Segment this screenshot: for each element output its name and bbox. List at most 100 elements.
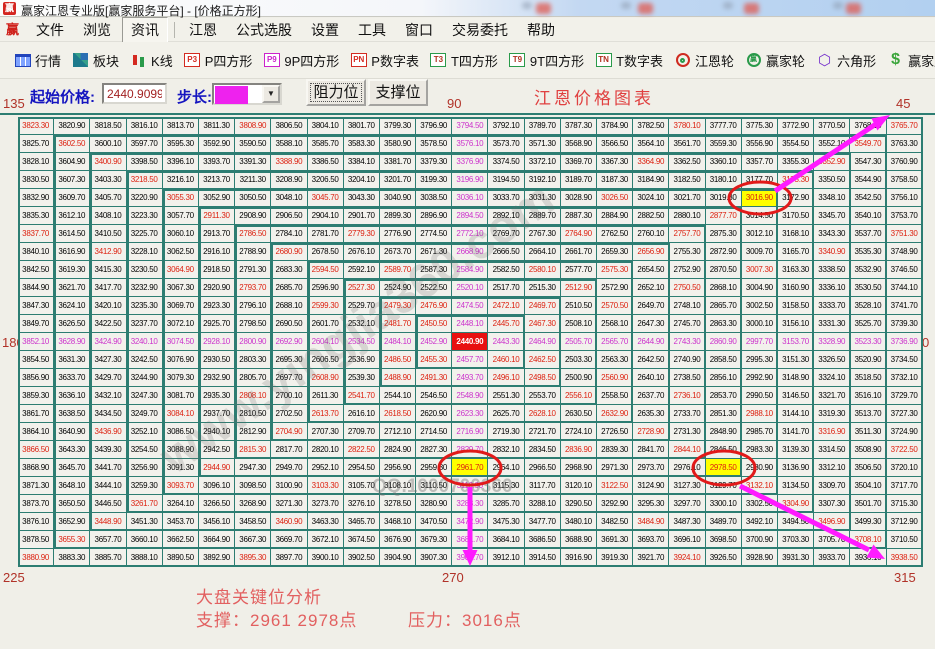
price-cell: 3532.90 [850, 261, 886, 279]
support-button[interactable]: 支撑位 [368, 79, 428, 106]
price-cell: 3208.90 [271, 171, 307, 189]
price-cell: 3674.50 [344, 531, 380, 549]
app-logo-icon: 赢 [3, 2, 16, 15]
price-cell: 2721.70 [525, 423, 561, 441]
price-cell: 2913.70 [199, 225, 235, 243]
price-cell: 2659.30 [597, 243, 633, 261]
price-cell: 3223.30 [127, 207, 163, 225]
combobox-dropdown-button[interactable]: ▼ [262, 85, 280, 103]
price-cell: 2968.90 [561, 459, 597, 477]
price-cell: 2563.30 [597, 351, 633, 369]
toolbar-button-0[interactable]: 行情 [14, 51, 61, 70]
price-cell: 2676.10 [344, 243, 380, 261]
price-cell: 2995.30 [742, 351, 778, 369]
menu-item-2[interactable]: 资讯 [122, 17, 168, 43]
price-cell: 3132.10 [742, 477, 778, 495]
start-price-input[interactable] [102, 83, 167, 104]
toolbar-button-6[interactable]: T3T四方形 [430, 51, 498, 70]
price-cell: 3285.70 [488, 495, 524, 513]
step-color-combobox[interactable]: ▼ [212, 83, 282, 105]
gann-wheel-icon [674, 52, 691, 68]
menu-item-6[interactable]: 工具 [350, 18, 394, 42]
toolbar-button-7[interactable]: T99T四方形 [509, 51, 584, 70]
price-cell: 2460.10 [488, 351, 524, 369]
menu-item-1[interactable]: 浏览 [75, 18, 119, 42]
menu-item-8[interactable]: 交易委托 [444, 18, 516, 42]
price-cell: 3228.10 [127, 243, 163, 261]
price-cell: 2668.90 [452, 243, 488, 261]
toolbar-button-8[interactable]: TNT数字表 [595, 51, 663, 70]
price-cell: 3840.10 [18, 243, 54, 261]
price-cell: 3014.50 [742, 207, 778, 225]
menu-item-4[interactable]: 公式选股 [228, 18, 300, 42]
price-cell: 3549.70 [850, 135, 886, 153]
price-cell: 3153.70 [778, 333, 814, 351]
toolbar-button-label: 赢家服务 [908, 51, 935, 70]
price-cell: 2589.70 [380, 261, 416, 279]
price-cell: 3189.70 [561, 171, 597, 189]
price-cell: 3393.70 [199, 153, 235, 171]
price-cell: 3336.10 [814, 279, 850, 297]
price-cell: 3117.70 [525, 477, 561, 495]
price-cell: 2868.10 [706, 279, 742, 297]
price-cell: 2882.50 [633, 207, 669, 225]
price-cell: 3379.30 [416, 153, 452, 171]
toolbar-button-11[interactable]: ⬡六角形 [816, 51, 876, 70]
price-cell: 3664.90 [199, 531, 235, 549]
price-cell: 3012.10 [742, 225, 778, 243]
toolbar-button-1[interactable]: 板块 [72, 51, 119, 70]
toolbar-button-label: 板块 [93, 51, 119, 70]
app-window: 赢 赢家江恩专业版[赢家服务平台] - [价格正方形] 赢 文件浏览资讯江恩公式… [0, 0, 935, 649]
price-cell: 3859.30 [18, 387, 54, 405]
price-cell: 2757.70 [669, 225, 705, 243]
toolbar-button-3[interactable]: P3P四方形 [184, 51, 253, 70]
toolbar-button-9[interactable]: 江恩轮 [674, 51, 734, 70]
price-cell: 2654.50 [633, 261, 669, 279]
price-cell: 3907.30 [416, 549, 452, 567]
toolbar-button-10[interactable]: 赢赢家轮 [745, 51, 805, 70]
price-cell: 3127.30 [669, 477, 705, 495]
price-cell: 2817.70 [271, 441, 307, 459]
toolbar-button-12[interactable]: $赢家服务 [887, 51, 935, 70]
price-cell: 2673.70 [380, 243, 416, 261]
price-cell: 2553.70 [525, 387, 561, 405]
price-cell: 2707.30 [308, 423, 344, 441]
price-cell: 2481.70 [380, 315, 416, 333]
price-cell: 3583.30 [344, 135, 380, 153]
price-cell: 2512.90 [561, 279, 597, 297]
price-cell: 3432.10 [90, 387, 126, 405]
blurred-item [638, 3, 653, 14]
menu-item-9[interactable]: 帮助 [519, 18, 563, 42]
resistance-button[interactable]: 阻力位 [306, 79, 366, 106]
price-cell: 2767.30 [525, 225, 561, 243]
toolbar-button-4[interactable]: P99P四方形 [263, 51, 339, 70]
price-cell: 2736.10 [669, 387, 705, 405]
price-cell: 2462.50 [525, 351, 561, 369]
controls-row: 起始价格: 步长: ▼ 阻力位 支撑位 江恩价格图表 [0, 79, 935, 115]
price-cell: 2575.30 [597, 261, 633, 279]
price-cell: 2784.10 [271, 225, 307, 243]
price-cell: 3693.70 [633, 531, 669, 549]
menu-item-7[interactable]: 窗口 [397, 18, 441, 42]
toolbar-button-label: 六角形 [837, 51, 876, 70]
toolbar-button-2[interactable]: K线 [130, 51, 173, 70]
price-cell: 2728.90 [633, 423, 669, 441]
price-cell: 3436.90 [90, 423, 126, 441]
price-cell: 3225.70 [127, 225, 163, 243]
price-cell: 3686.50 [525, 531, 561, 549]
price-cell: 2923.30 [199, 297, 235, 315]
price-cell: 3468.10 [380, 513, 416, 531]
price-cell: 2532.10 [344, 315, 380, 333]
price-cell: 3494.50 [778, 513, 814, 531]
price-cell: 2608.90 [308, 369, 344, 387]
price-cell: 2944.90 [199, 459, 235, 477]
toolbar-button-5[interactable]: PNP数字表 [350, 51, 419, 70]
price-cell: 3880.90 [18, 549, 54, 567]
menu-item-5[interactable]: 设置 [303, 18, 347, 42]
menu-item-0[interactable]: 文件 [28, 18, 72, 42]
price-cell: 2500.90 [561, 369, 597, 387]
price-cell: 3585.70 [308, 135, 344, 153]
price-cell: 2464.90 [525, 333, 561, 351]
menu-item-3[interactable]: 江恩 [181, 18, 225, 42]
price-cell: 3331.30 [814, 315, 850, 333]
